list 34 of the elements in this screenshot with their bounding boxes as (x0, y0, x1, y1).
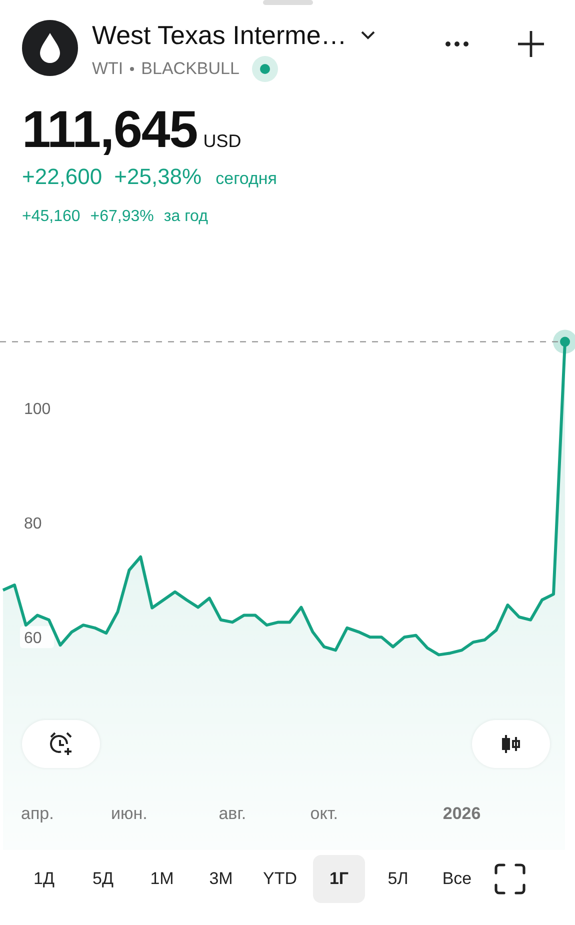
alarm-clock-plus-icon (48, 731, 74, 757)
period-tab[interactable]: 1М (136, 855, 188, 903)
x-axis-label: авг. (218, 804, 246, 823)
oil-drop-logo-icon (22, 20, 78, 76)
more-icon[interactable] (445, 41, 469, 47)
candlestick-icon (500, 733, 522, 755)
x-axis-label: апр. (20, 804, 54, 823)
y-axis-label: 80 (24, 516, 42, 533)
price-value: 111,645 (22, 100, 198, 160)
chevron-down-icon[interactable] (360, 31, 375, 40)
period-tab[interactable]: 3М (195, 855, 247, 903)
change-value: +22,600 (22, 164, 102, 190)
period-tab[interactable]: Все (431, 855, 483, 903)
x-axis-label: 2026 (442, 804, 481, 823)
fullscreen-icon[interactable] (494, 863, 526, 895)
instrument-title[interactable]: West Texas Interme… (92, 20, 347, 51)
y-axis-label: 100 (24, 401, 51, 418)
exchange-label: BLACKBULL (141, 59, 240, 79)
change-period: сегодня (216, 169, 277, 189)
y-axis-label: 60 (24, 630, 42, 648)
change-percent: +25,38% (114, 164, 202, 190)
period-tab[interactable]: 5Л (372, 855, 424, 903)
year-change-percent: +67,93% (90, 208, 154, 226)
x-axis-label: июн. (110, 804, 148, 823)
period-tab[interactable]: YTD (254, 855, 306, 903)
year-period: за год (164, 208, 208, 226)
symbol-label: WTI (92, 59, 124, 79)
period-tab[interactable]: 5Д (77, 855, 129, 903)
period-tab[interactable]: 1Д (18, 855, 70, 903)
x-axis-label: окт. (310, 804, 338, 823)
currency-label: USD (203, 131, 242, 152)
period-tab[interactable]: 1Г (313, 855, 365, 903)
add-icon[interactable] (517, 30, 545, 58)
year-change-value: +45,160 (22, 208, 80, 226)
